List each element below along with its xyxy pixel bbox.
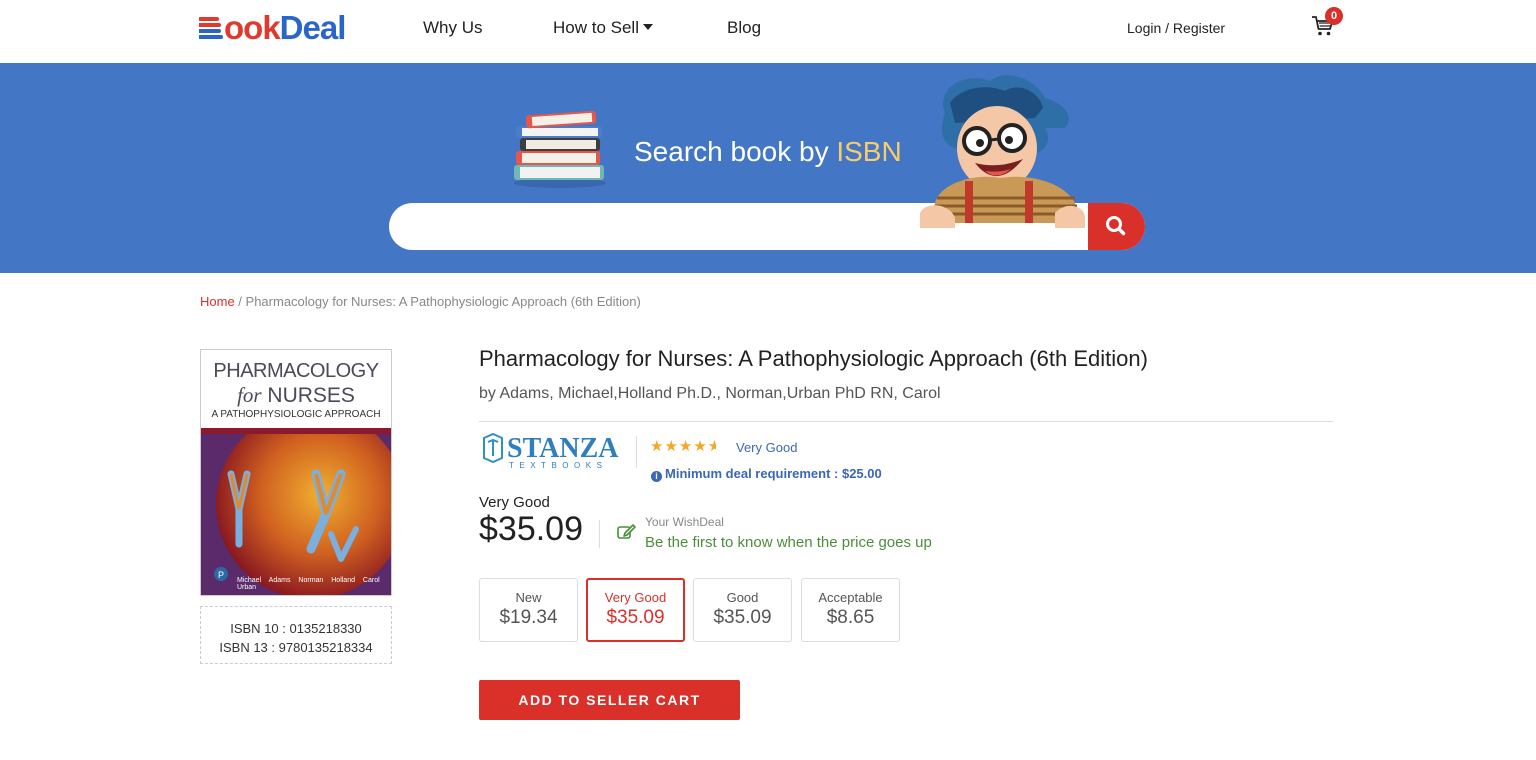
info-icon: i [651,471,662,482]
condition-option-very-good[interactable]: Very Good $35.09 [586,578,685,642]
minimum-deal-text: Minimum deal requirement : $25.00 [665,466,882,481]
isbn-10: ISBN 10 : 0135218330 [230,621,362,636]
option-name: New [515,590,542,605]
condition-option-new[interactable]: New $19.34 [479,578,578,642]
nav-how-to-sell-label: How to Sell [553,18,639,37]
cover-title-for: for [237,383,262,407]
nav-why-us[interactable]: Why Us [423,18,483,38]
bookdeal-logo[interactable]: ook Deal [199,9,347,46]
selected-price: $35.09 [479,510,583,548]
isbn-info-box: ISBN 10 : 0135218330 ISBN 13 : 978013521… [200,606,392,664]
caret-down-icon [642,24,653,30]
top-header: ook Deal Why Us How to Sell Blog Login / … [0,0,1536,63]
divider [479,421,1333,422]
selected-condition-label: Very Good [479,494,550,511]
cart-count-badge: 0 [1325,7,1343,25]
seller-separator [636,436,637,468]
option-price: $19.34 [499,607,558,628]
rating-stars-icon: ★★★★★ [650,438,716,455]
seller-subtitle: TEXTBOOKS [509,461,607,470]
svg-text:P: P [218,570,224,580]
condition-option-acceptable[interactable]: Acceptable $8.65 [801,578,900,642]
stanza-textbooks-logo[interactable]: STANZA TEXTBOOKS [481,432,621,472]
breadcrumb: Home / Pharmacology for Nurses: A Pathop… [200,294,641,309]
option-price: $35.09 [606,607,665,628]
option-name: Very Good [604,590,667,605]
book-stack-icon [514,111,606,188]
book-author: by Adams, Michael,Holland Ph.D., Norman,… [479,385,941,402]
search-heading: Search book by ISBN [634,136,902,168]
book-cover-image: PHARMACOLOGY for NURSES A PATHOPHYSIOLOG… [200,349,392,596]
seller-name: STANZA [507,433,619,464]
add-to-seller-cart-button[interactable]: ADD TO SELLER CART [479,680,740,720]
search-heading-isbn: ISBN [836,136,902,167]
login-register-link[interactable]: Login / Register [1127,20,1225,36]
breadcrumb-current: Pharmacology for Nurses: A Pathophysiolo… [245,294,641,309]
wishdeal-label: Your WishDeal [645,515,724,529]
logo-text-deal: Deal [279,9,347,46]
logo-text-book: ook [224,9,281,46]
option-name: Acceptable [818,590,883,605]
minimum-deal-requirement: i Minimum deal requirement : $25.00 [651,466,882,482]
search-hero: Search book by ISBN [0,63,1536,273]
edit-wishdeal-icon[interactable] [617,523,636,540]
cover-title-nurses: NURSES [261,384,355,407]
nav-how-to-sell[interactable]: How to Sell [553,18,653,38]
cover-title-line1: PHARMACOLOGY [213,360,379,382]
nav-blog[interactable]: Blog [727,18,761,38]
book-title: Pharmacology for Nurses: A Pathophysiolo… [479,346,1148,371]
price-separator [599,520,600,548]
option-name: Good [726,590,759,605]
cover-authors: Michael Adams Norman Holland Carol Urban [237,577,380,591]
logo-b-icon [199,14,223,42]
condition-option-good[interactable]: Good $35.09 [693,578,792,642]
cover-title-area: PHARMACOLOGY for NURSES A PATHOPHYSIOLOG… [201,350,391,428]
search-heading-text: Search book by [634,136,837,167]
cover-title-line2: for NURSES [201,383,391,408]
wishdeal-link[interactable]: Be the first to know when the price goes… [645,534,932,551]
isbn-13: ISBN 13 : 9780135218334 [219,640,373,655]
search-icon [1106,216,1126,236]
option-price: $35.09 [713,607,772,628]
seller-rating-text: Very Good [736,440,798,455]
option-price: $8.65 [826,607,875,628]
search-button[interactable] [1088,203,1145,250]
cartoon-mascot-icon [920,75,1085,228]
breadcrumb-home-link[interactable]: Home [200,294,235,309]
breadcrumb-separator: / [234,294,246,309]
cover-subtitle: A PATHOPHYSIOLOGIC APPROACH [211,409,381,420]
cover-antibody-illustration: P [201,434,391,595]
